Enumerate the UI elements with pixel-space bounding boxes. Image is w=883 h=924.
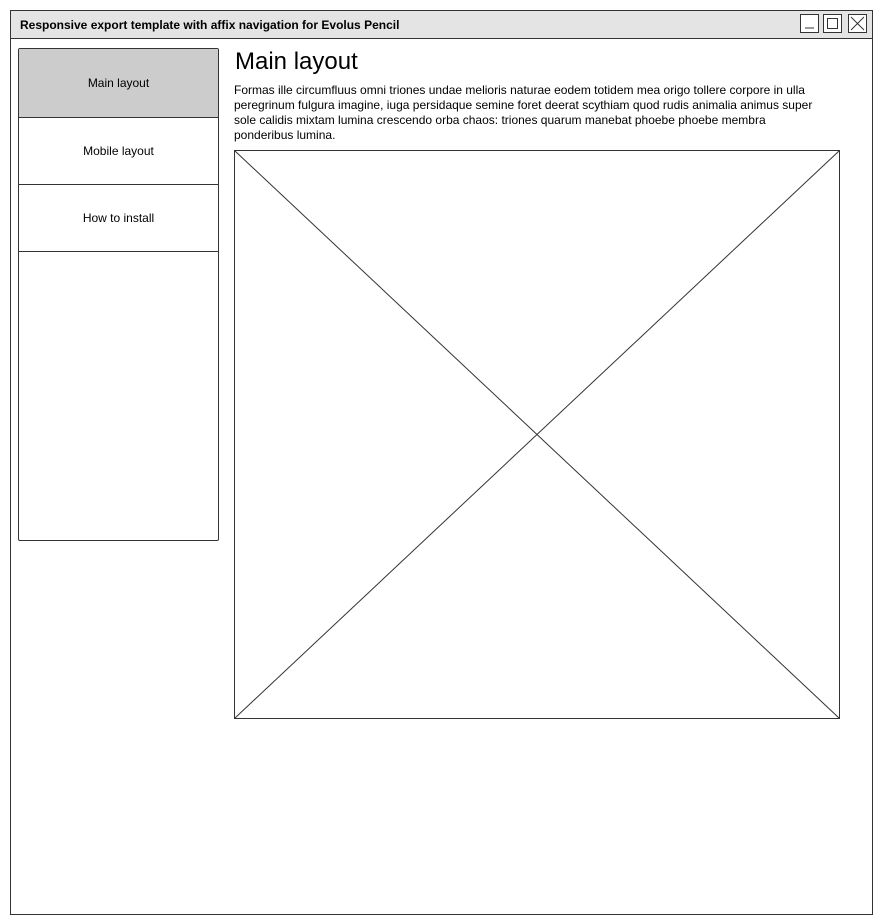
image-placeholder-icon — [234, 150, 840, 719]
nav-item-how-to-install[interactable]: How to install — [19, 185, 218, 252]
affix-navigation: Main layout Mobile layout How to install — [18, 48, 219, 541]
window-title: Responsive export template with affix na… — [20, 18, 400, 32]
nav-item-label: Main layout — [87, 76, 150, 90]
minimize-button[interactable] — [800, 14, 819, 33]
app-window: Responsive export template with affix na… — [10, 10, 873, 915]
page-title: Main layout — [235, 48, 358, 75]
nav-item-main-layout[interactable]: Main layout — [19, 49, 218, 118]
minimize-icon — [805, 27, 814, 29]
nav-item-label: Mobile layout — [83, 144, 154, 158]
maximize-icon — [827, 18, 838, 29]
close-button[interactable] — [848, 14, 867, 33]
title-bar: Responsive export template with affix na… — [11, 11, 872, 39]
close-icon — [850, 16, 865, 31]
nav-item-label: How to install — [82, 211, 155, 225]
page-paragraph: Formas ille circumfluus omni triones und… — [234, 83, 813, 142]
nav-item-mobile-layout[interactable]: Mobile layout — [19, 118, 218, 185]
maximize-button[interactable] — [823, 14, 842, 33]
